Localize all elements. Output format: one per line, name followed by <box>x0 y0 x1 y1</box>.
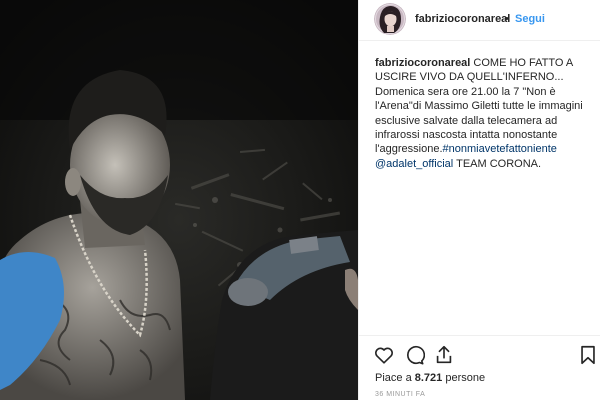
likes-prefix: Piace a <box>375 372 415 384</box>
caption-mention[interactable]: @adalet_official <box>375 158 453 170</box>
caption-text-end: TEAM CORONA. <box>453 157 542 170</box>
actions-divider <box>359 335 600 336</box>
header-username[interactable]: fabriziocoronareal <box>415 13 510 25</box>
likes-number: 8.721 <box>414 372 443 384</box>
post-timestamp[interactable]: 36 MINUTI FA <box>375 391 425 398</box>
post-caption: fabriziocoronareal COME HO FATTO A USCIR… <box>375 56 600 171</box>
bookmark-icon[interactable] <box>577 344 599 366</box>
comment-icon[interactable] <box>403 344 425 366</box>
post-photo-image <box>0 0 358 400</box>
caption-hashtag[interactable]: #nonmiavetefattoniente <box>443 143 557 155</box>
likes-count[interactable]: Piace a 8.721 persone <box>375 372 485 384</box>
header-separator: • <box>505 13 509 25</box>
share-icon[interactable] <box>433 344 455 366</box>
caption-text: COME HO FATTO A USCIRE VIVO DA QUELL'INF… <box>375 57 583 156</box>
heart-icon[interactable] <box>373 344 395 366</box>
post-header: fabriziocoronareal • Segui <box>359 0 600 41</box>
avatar-image <box>374 3 406 35</box>
post-photo[interactable] <box>0 0 358 400</box>
avatar[interactable] <box>374 3 406 35</box>
follow-button[interactable]: Segui <box>515 13 545 25</box>
post-sidebar: fabriziocoronareal • Segui fabriziocoron… <box>359 0 600 400</box>
action-bar <box>373 344 599 368</box>
likes-suffix: persone <box>442 372 486 384</box>
caption-username[interactable]: fabriziocoronareal <box>375 57 470 69</box>
